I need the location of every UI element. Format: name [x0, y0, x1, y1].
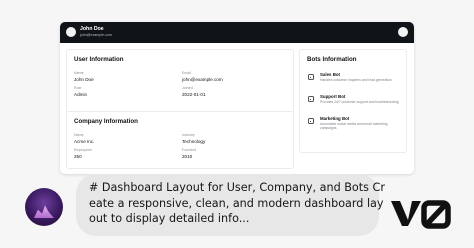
company-industry-label: Industry — [182, 133, 195, 137]
user-role-label: Role — [74, 86, 82, 90]
user-info-title: User Information — [74, 56, 124, 63]
chat-line-1: # Dashboard Layout for User, Company, an… — [89, 181, 385, 194]
menu-avatar-button[interactable] — [398, 27, 408, 37]
chat-line-3: out to display detailed info... — [89, 212, 250, 225]
user-name-value: John Doe — [74, 77, 94, 82]
marketing-bot-name[interactable]: Marketing Bot — [320, 116, 349, 121]
company-employees-value: 250 — [74, 154, 82, 159]
user-name-label: Name — [74, 71, 84, 75]
company-founded-label: Founded — [182, 148, 197, 152]
chat-user-avatar — [25, 188, 63, 226]
company-employees-label: Employees — [74, 148, 92, 152]
support-bot-name[interactable]: Support Bot — [320, 94, 345, 99]
user-email-label: Email — [182, 71, 191, 75]
bots-info-panel: Bots Information Sales Bot Handles custo… — [299, 49, 407, 153]
company-info-title: Company Information — [74, 118, 138, 125]
marketing-bot-icon — [308, 118, 314, 124]
top-bar: John Doe john@example.com — [60, 22, 414, 43]
sales-bot-description: Handles customer inquiries and lead gene… — [320, 78, 392, 82]
sales-bot-icon — [308, 74, 314, 80]
user-joined-value: 2022-01-01 — [182, 92, 206, 97]
dashboard-screenshot: John Doe john@example.com User Informati… — [60, 22, 414, 174]
marketing-bot-description: Automates social media and email marketi… — [320, 122, 388, 131]
bots-info-title: Bots Information — [307, 56, 357, 63]
user-email-value: john@example.com — [182, 77, 223, 82]
user-joined-label: Joined — [182, 86, 193, 90]
user-role-value: Admin — [74, 92, 88, 97]
support-bot-description: Provides 24/7 customer support and troub… — [320, 100, 399, 104]
chat-line-2: eate a responsive, clean, and modern das… — [89, 196, 384, 210]
company-name-label: Name — [74, 133, 84, 137]
support-bot-icon — [308, 96, 314, 102]
header-user-name: John Doe — [80, 26, 104, 32]
sales-bot-name[interactable]: Sales Bot — [320, 72, 340, 77]
chat-message-bubble: # Dashboard Layout for User, Company, an… — [76, 174, 385, 236]
company-name-value: Acme Inc. — [74, 139, 95, 144]
company-founded-value: 2010 — [182, 154, 193, 159]
user-avatar[interactable] — [66, 27, 76, 37]
v0-logo-icon — [391, 200, 451, 229]
company-industry-value: Technology — [182, 139, 206, 144]
company-info-panel: Company Information Name Acme Inc. Indus… — [66, 111, 294, 169]
header-user-email: john@example.com — [80, 33, 112, 37]
